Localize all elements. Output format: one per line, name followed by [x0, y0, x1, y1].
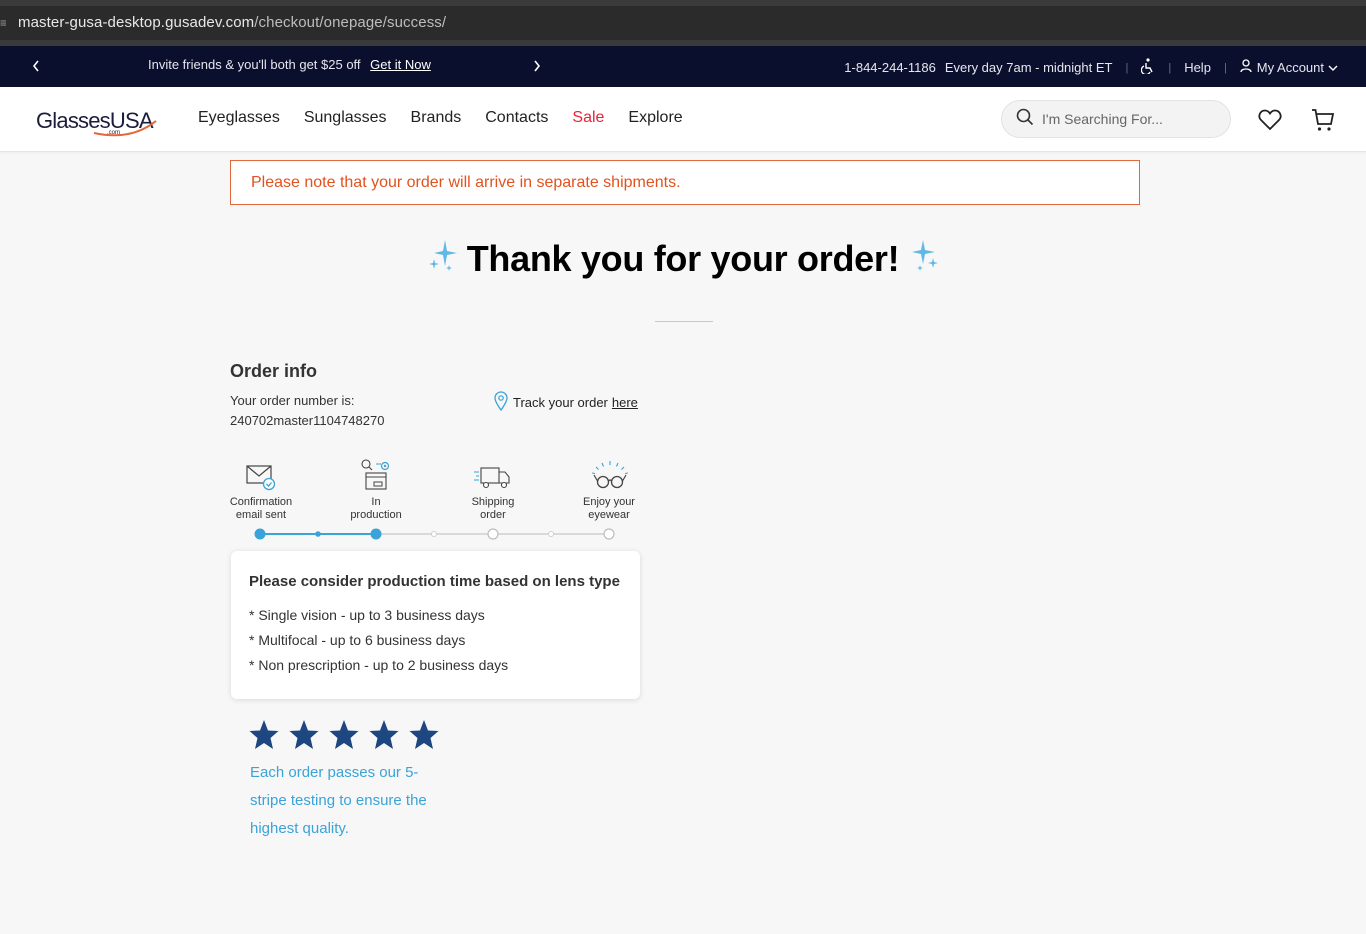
- step-label: Enjoy your: [583, 496, 635, 508]
- star-icon: [289, 720, 319, 749]
- location-pin-icon: [494, 391, 508, 414]
- site-header: GlassesUSA .com Eyeglasses Sunglasses Br…: [0, 87, 1366, 152]
- chevron-down-icon[interactable]: [1328, 60, 1338, 75]
- order-number-label: Your order number is:: [230, 393, 355, 408]
- promo-next-arrow-icon[interactable]: [529, 57, 545, 75]
- url-host: master-gusa-desktop.gusadev.com: [18, 14, 255, 31]
- step-enjoy: Enjoy your eyewear: [559, 458, 659, 522]
- site-info-icon[interactable]: ≡: [0, 16, 6, 30]
- step-label: order: [480, 509, 506, 521]
- divider: |: [1168, 61, 1172, 74]
- promo-message: Invite friends & you'll both get $25 off…: [148, 57, 431, 72]
- nav-contacts[interactable]: Contacts: [485, 109, 548, 127]
- progress-dot-enjoy: [603, 528, 615, 540]
- nav-sunglasses[interactable]: Sunglasses: [304, 109, 387, 127]
- production-time-card: Please consider production time based on…: [231, 551, 640, 699]
- production-line-non-prescription: * Non prescription - up to 2 business da…: [249, 657, 509, 673]
- truck-icon: [474, 467, 510, 489]
- star-icon: [249, 720, 279, 749]
- browser-address-bar[interactable]: ≡ master-gusa-desktop.gusadev.com/checko…: [0, 0, 1366, 46]
- nav-explore[interactable]: Explore: [628, 109, 682, 127]
- progress-mid-dot: [548, 531, 554, 537]
- sparkle-icon: [909, 238, 941, 274]
- promo-link[interactable]: Get it Now: [370, 57, 431, 72]
- quality-stars: [249, 719, 439, 751]
- quality-message: Each order passes our 5-stripe testing t…: [250, 764, 427, 837]
- step-label: In: [371, 496, 381, 508]
- promo-text: Invite friends & you'll both get $25 off: [148, 57, 361, 72]
- logo-wordmark: GlassesUSA: [36, 108, 154, 133]
- star-icon: [409, 720, 439, 749]
- track-order-text: Track your order: [513, 395, 608, 410]
- progress-dot-shipping: [487, 528, 499, 540]
- progress-mid-dot: [431, 531, 437, 537]
- track-order-link[interactable]: here: [612, 395, 638, 410]
- step-confirmation: Confirmation email sent: [211, 458, 311, 522]
- divider: |: [1125, 61, 1129, 74]
- my-account-link[interactable]: My Account: [1257, 60, 1324, 75]
- page-title: Thank you for your order!: [466, 238, 900, 279]
- production-line-multifocal: * Multifocal - up to 6 business days: [249, 632, 466, 648]
- step-label: eyewear: [588, 509, 630, 521]
- main-nav: Eyeglasses Sunglasses Brands Contacts Sa…: [198, 109, 707, 127]
- url-path: /checkout/onepage/success/: [254, 14, 447, 31]
- cart-icon[interactable]: [1310, 107, 1336, 133]
- nav-eyeglasses[interactable]: Eyeglasses: [198, 109, 280, 127]
- phone-number[interactable]: 1-844-244-1186: [844, 60, 936, 75]
- logo-com: .com: [107, 130, 120, 136]
- user-icon: [1240, 59, 1252, 76]
- step-label: email sent: [235, 509, 287, 521]
- separate-shipments-notice: Please note that your order will arrive …: [230, 160, 1140, 205]
- progress-mid-dot: [315, 531, 321, 537]
- production-line-single-vision: * Single vision - up to 3 business days: [249, 607, 485, 623]
- step-production: In production: [326, 458, 426, 522]
- title-divider: [655, 321, 713, 322]
- star-icon: [369, 720, 399, 749]
- promo-topbar: Invite friends & you'll both get $25 off…: [0, 46, 1366, 87]
- search-box[interactable]: [1001, 100, 1231, 138]
- glassesusa-logo[interactable]: GlassesUSA .com: [36, 103, 166, 137]
- url-text[interactable]: master-gusa-desktop.gusadev.com/checkout…: [18, 14, 446, 31]
- production-icon: [361, 459, 390, 490]
- topbar-right: 1-844-244-1186 Every day 7am - midnight …: [844, 58, 1338, 77]
- envelope-check-icon: [246, 465, 276, 491]
- search-input[interactable]: [1042, 111, 1212, 127]
- step-label: Shipping: [471, 496, 515, 508]
- step-label: Confirmation: [229, 496, 293, 508]
- promo-prev-arrow-icon[interactable]: [28, 57, 44, 75]
- nav-sale[interactable]: Sale: [572, 109, 604, 127]
- eyewear-icon: [591, 461, 629, 489]
- order-number: 240702master1104748270: [230, 413, 385, 428]
- order-progress-track: [254, 528, 615, 540]
- production-card-heading: Please consider production time based on…: [249, 573, 620, 590]
- nav-brands[interactable]: Brands: [411, 109, 462, 127]
- progress-dot-production: [370, 528, 382, 540]
- accessibility-icon[interactable]: [1141, 58, 1155, 77]
- step-label: production: [350, 509, 402, 521]
- support-hours: Every day 7am - midnight ET: [944, 60, 1113, 75]
- help-link[interactable]: Help: [1184, 60, 1211, 75]
- star-icon: [329, 720, 359, 749]
- wishlist-heart-icon[interactable]: [1257, 107, 1283, 133]
- search-icon[interactable]: [1016, 108, 1034, 131]
- order-info-heading: Order info: [230, 361, 318, 381]
- divider: |: [1223, 61, 1227, 74]
- track-order: Track your order here: [494, 391, 638, 414]
- progress-dot-confirmation: [254, 528, 266, 540]
- step-shipping: Shipping order: [443, 458, 543, 522]
